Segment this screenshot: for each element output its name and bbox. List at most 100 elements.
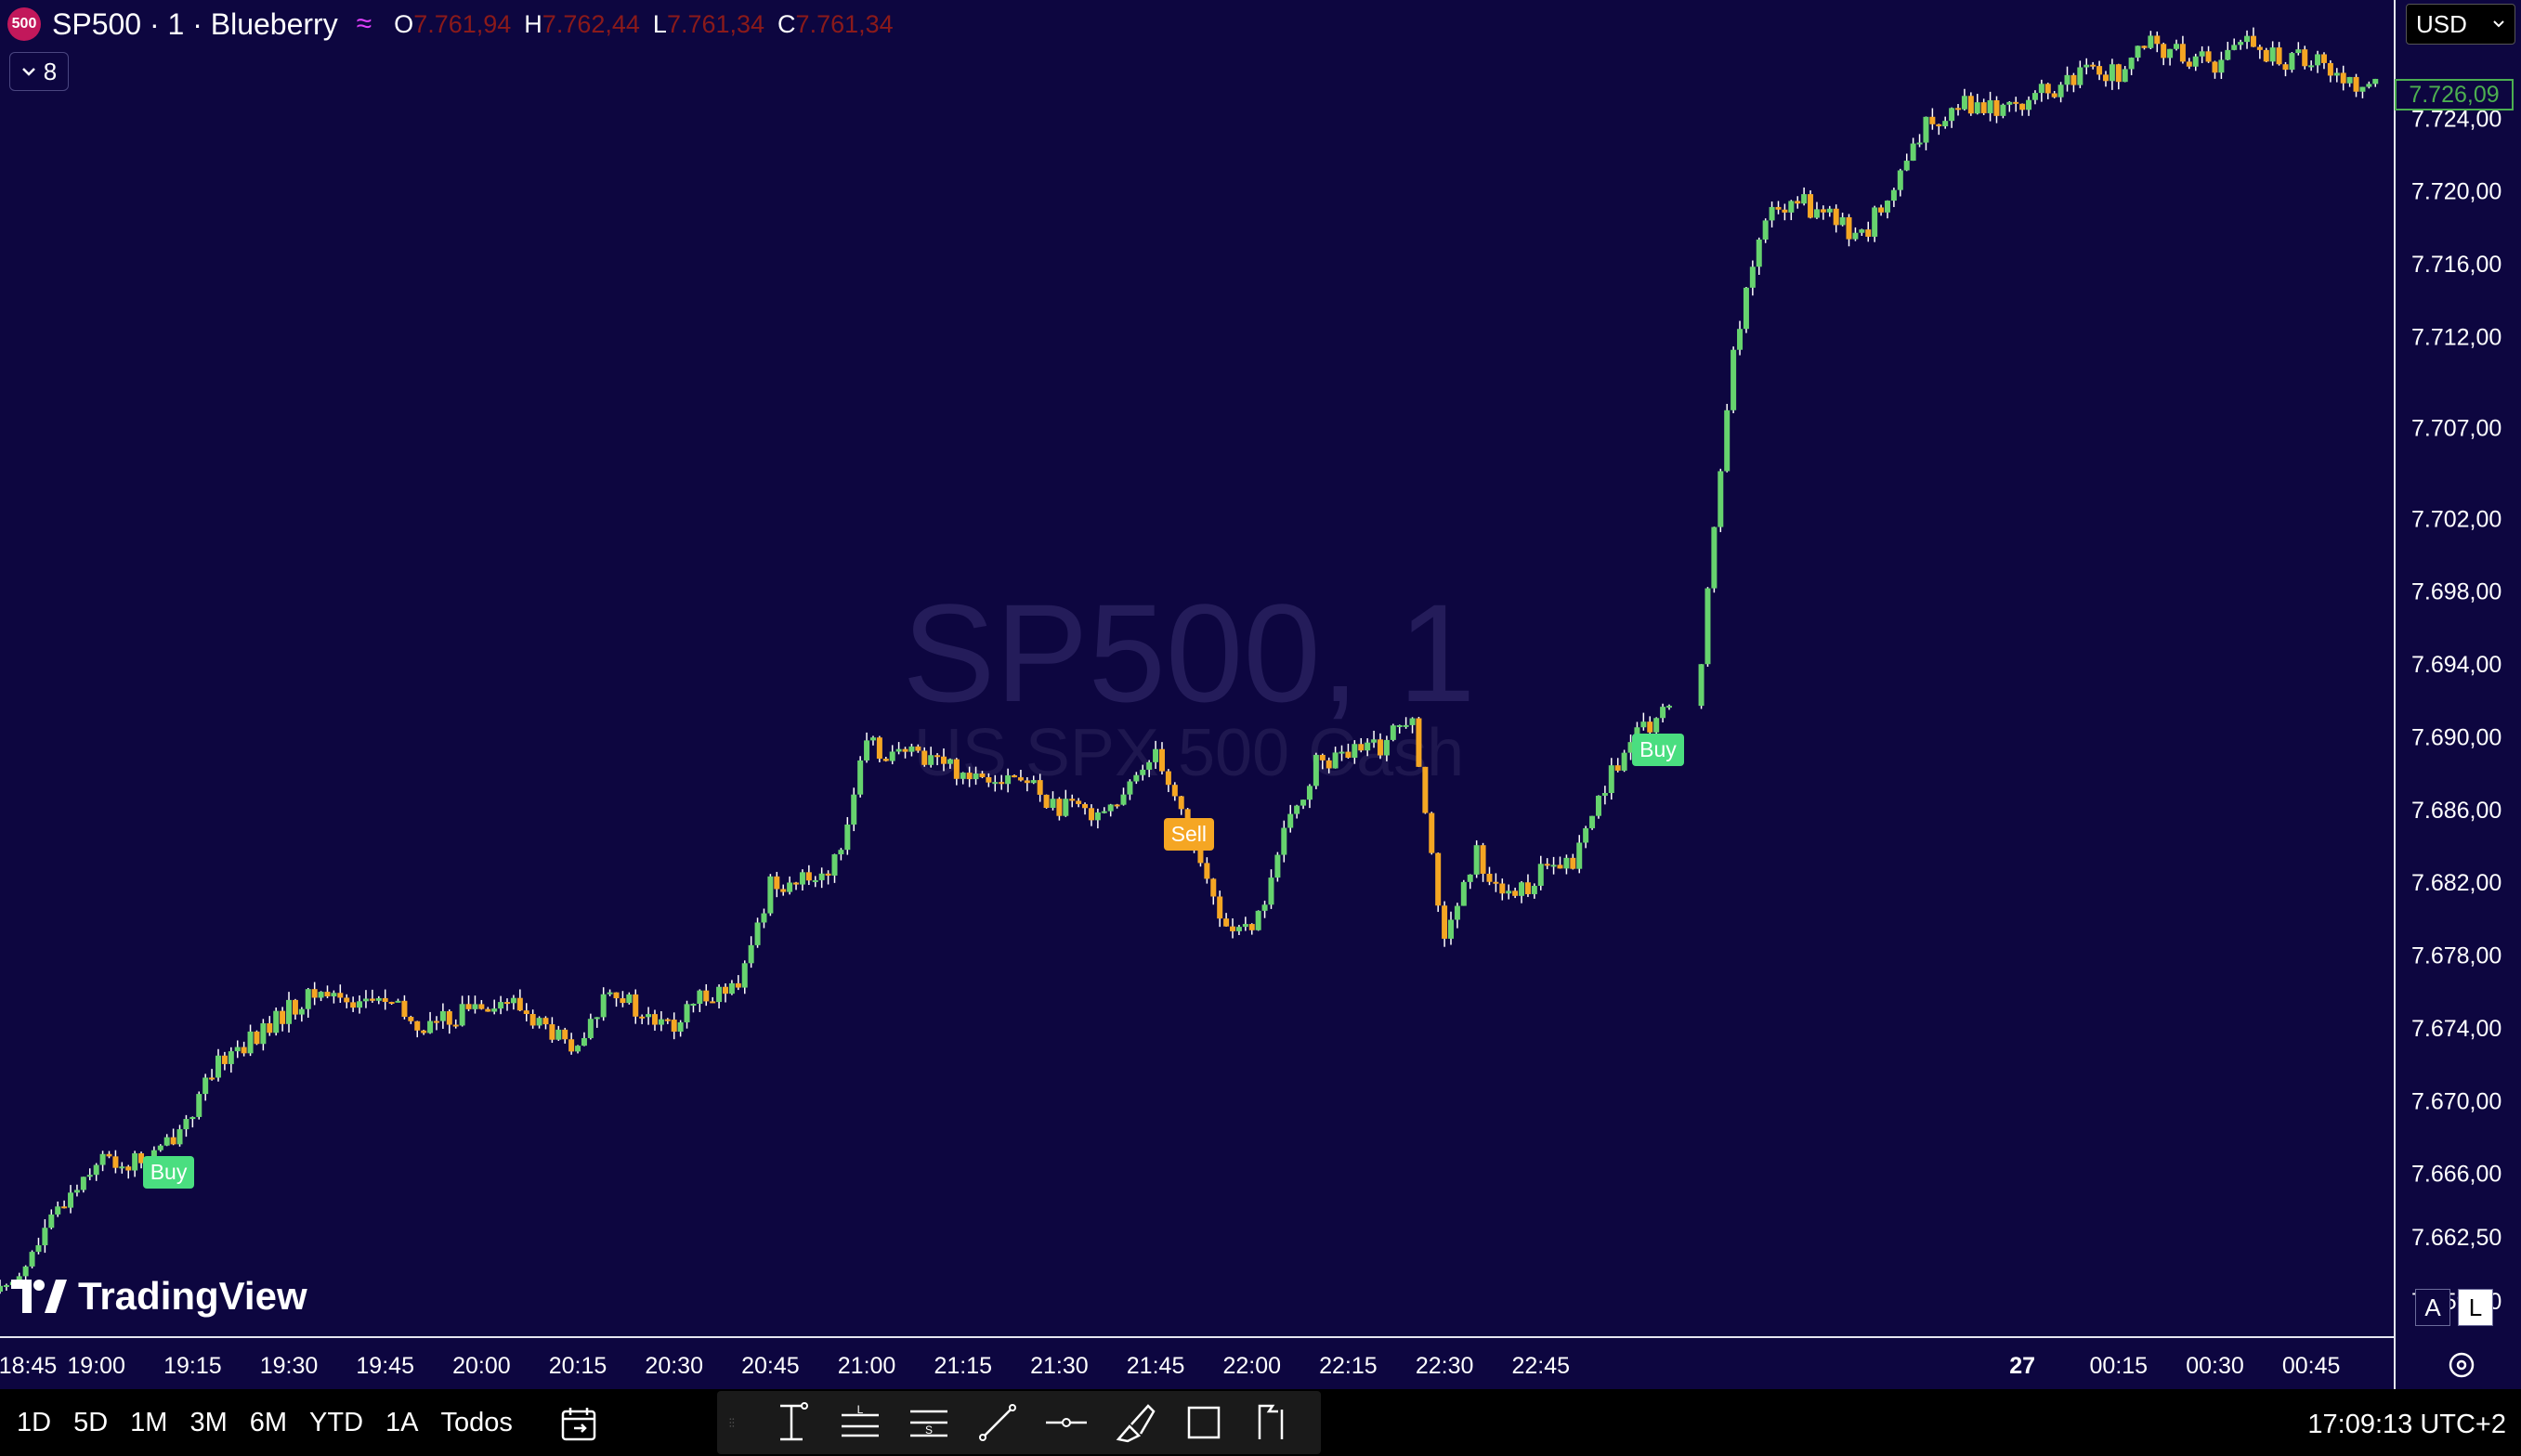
candle-up xyxy=(1653,718,1660,733)
buy-signal-tag: Buy xyxy=(1632,733,1684,766)
candle-up xyxy=(2238,42,2244,46)
goto-date-icon[interactable] xyxy=(557,1404,602,1445)
candle-down xyxy=(2044,84,2051,94)
candle-up xyxy=(1409,718,1416,725)
candle-up xyxy=(1942,121,1949,127)
candle-up xyxy=(1737,329,1744,350)
candle-up xyxy=(202,1077,209,1095)
log-scale-button[interactable]: L xyxy=(2458,1289,2493,1326)
candle-down xyxy=(2161,44,2167,58)
settings-gear-icon[interactable] xyxy=(2449,1352,2475,1378)
trend-line-tool-icon[interactable] xyxy=(973,1398,1022,1447)
candle-down xyxy=(1795,201,1801,204)
range-5d-button[interactable]: 5D xyxy=(73,1408,108,1438)
candle-down xyxy=(1024,780,1030,784)
range-1a-button[interactable]: 1A xyxy=(385,1408,418,1438)
candle-up xyxy=(1127,781,1133,795)
candle-up xyxy=(2057,84,2064,98)
candle-down xyxy=(1017,777,1024,781)
short-position-tool-icon[interactable]: S xyxy=(905,1398,953,1447)
currency-label: USD xyxy=(2416,9,2467,38)
candle-up xyxy=(1467,874,1473,882)
candle-up xyxy=(510,997,516,1004)
candle-up xyxy=(2359,86,2366,92)
candle-up xyxy=(844,824,851,851)
candle-up xyxy=(1872,207,1878,237)
time-scale-label: 00:15 xyxy=(2090,1353,2149,1379)
price-scale[interactable]: 7.724,007.720,007.716,007.712,007.707,00… xyxy=(2411,106,2501,1314)
candle-up xyxy=(357,1001,363,1008)
candle-up xyxy=(1519,882,1525,896)
drag-handle-icon[interactable] xyxy=(728,1398,747,1447)
candle-down xyxy=(2141,46,2148,48)
candle-up xyxy=(2077,67,2083,85)
candle-up xyxy=(748,944,754,964)
candle-down xyxy=(882,759,889,761)
candle-down xyxy=(1833,208,1839,226)
candle-up xyxy=(1287,813,1294,828)
long-position-tool-icon[interactable]: L xyxy=(836,1398,884,1447)
time-scale[interactable]: 18:45 19:00 19:15 19:30 19:45 20:00 20:15 20:30… xyxy=(0,1353,2340,1379)
measure-tool-icon[interactable] xyxy=(1248,1398,1297,1447)
auto-scale-button[interactable]: A xyxy=(2415,1289,2450,1326)
candle-up xyxy=(1813,209,1820,218)
time-scale-label: 00:45 xyxy=(2282,1353,2341,1379)
vertical-line-tool-icon[interactable] xyxy=(767,1398,816,1447)
indicators-toggle-button[interactable]: 8 xyxy=(9,52,69,91)
price-scale-label: 7.666,00 xyxy=(2411,1162,2501,1188)
range-ytd-button[interactable]: YTD xyxy=(309,1408,363,1438)
candle-up xyxy=(2346,76,2353,84)
candle-up xyxy=(2289,53,2295,71)
clock-display[interactable]: 17:09:13 UTC+2 xyxy=(2307,1410,2506,1440)
candle-up xyxy=(1698,664,1705,707)
price-scale-label: 7.690,00 xyxy=(2411,724,2501,750)
candle-down xyxy=(986,776,992,783)
candle-up xyxy=(1749,266,1756,288)
time-scale-label: 19:30 xyxy=(260,1353,319,1379)
rectangle-tool-icon[interactable] xyxy=(1180,1398,1228,1447)
symbol-title[interactable]: SP500 · 1 · Blueberry xyxy=(52,7,338,42)
candle-up xyxy=(1140,769,1146,775)
candle-down xyxy=(940,756,947,764)
time-scale-label: 19:15 xyxy=(163,1353,222,1379)
time-scale-label: 21:00 xyxy=(838,1353,896,1379)
candle-up xyxy=(1506,890,1512,894)
horizontal-ray-tool-icon[interactable] xyxy=(1042,1398,1091,1447)
candle-down xyxy=(902,748,908,752)
candle-up xyxy=(1107,804,1114,812)
candle-up xyxy=(555,1029,562,1040)
candle-up xyxy=(318,992,324,998)
candle-up xyxy=(2135,46,2141,58)
range-6m-button[interactable]: 6M xyxy=(250,1408,287,1438)
candle-up xyxy=(587,1019,594,1038)
range-all-button[interactable]: Todos xyxy=(441,1408,513,1438)
candle-up xyxy=(908,746,915,752)
candle-down xyxy=(529,1014,536,1026)
market-status-icon[interactable]: ≈ xyxy=(357,8,372,40)
candle-up xyxy=(132,1153,138,1171)
candle-down xyxy=(2302,49,2308,67)
candle-up xyxy=(1949,108,1955,122)
tradingview-logo[interactable]: TradingView xyxy=(11,1274,307,1319)
range-1d-button[interactable]: 1D xyxy=(17,1408,51,1438)
candle-up xyxy=(1281,827,1287,855)
candle-up xyxy=(1910,143,1916,162)
candle-down xyxy=(2102,74,2109,82)
range-1m-button[interactable]: 1M xyxy=(130,1408,167,1438)
candle-down xyxy=(703,990,710,1002)
currency-select[interactable]: USD xyxy=(2406,4,2515,45)
range-3m-button[interactable]: 3M xyxy=(189,1408,227,1438)
candle-down xyxy=(1012,774,1018,778)
candle-up xyxy=(273,1010,280,1034)
candlestick-chart[interactable]: SP500, 1 US SPX 500 Cash 7.724,007.720,0… xyxy=(0,0,2521,1456)
candle-up xyxy=(992,782,999,785)
candle-down xyxy=(523,1010,529,1015)
candle-up xyxy=(1261,904,1268,911)
candle-up xyxy=(1788,201,1795,213)
symbol-logo-icon[interactable]: 500 xyxy=(7,7,41,41)
candle-down xyxy=(664,1019,671,1021)
brush-tool-icon[interactable] xyxy=(1111,1398,1159,1447)
candle-up xyxy=(2122,69,2128,83)
candle-up xyxy=(2064,74,2070,85)
candle-up xyxy=(1030,780,1037,784)
